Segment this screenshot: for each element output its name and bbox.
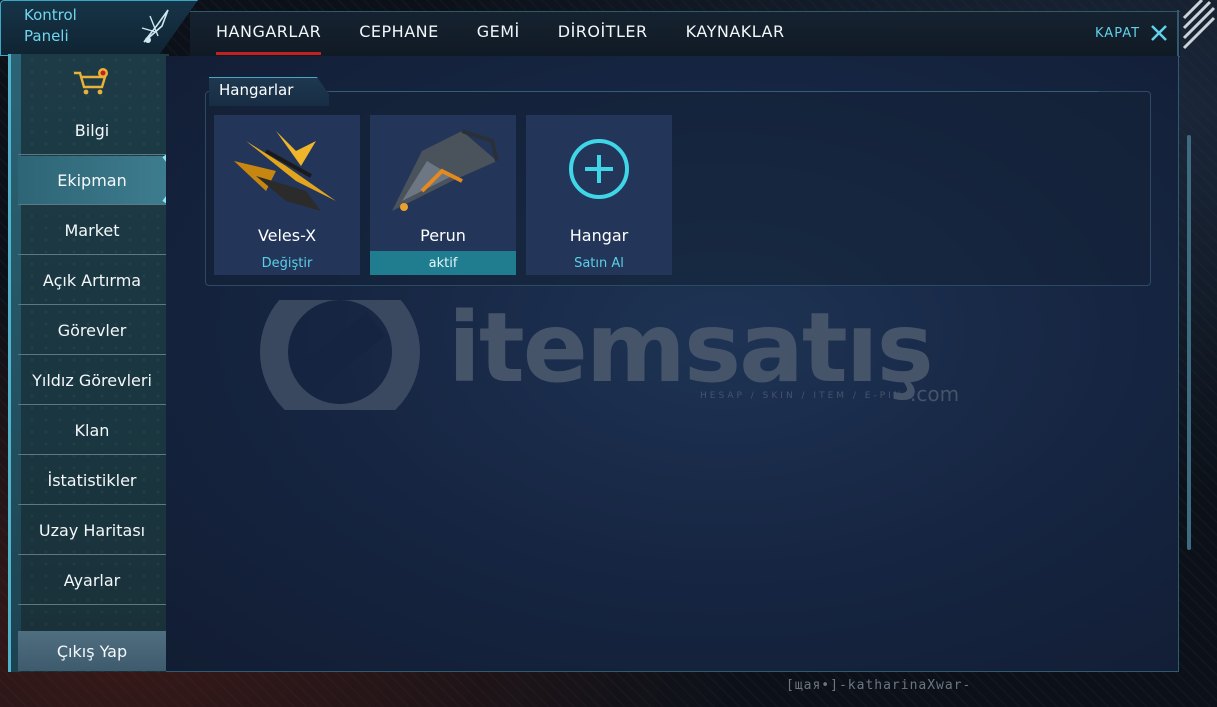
- hangar-change-link[interactable]: Değiştir: [214, 251, 360, 275]
- tab-diroitler[interactable]: DİROİTLER: [558, 22, 648, 52]
- shop-cart-icon[interactable]: [72, 67, 112, 97]
- close-icon: [1151, 25, 1167, 41]
- sidebar-item-acik-artirma[interactable]: Açık Artırma: [18, 256, 166, 305]
- sidebar-item-ekipman[interactable]: Ekipman: [18, 156, 166, 205]
- window-title: Kontrol Paneli: [24, 5, 77, 47]
- top-tabs: HANGARLAR CEPHANE GEMİ DİROİTLER KAYNAKL…: [216, 22, 823, 55]
- sidebar-item-uzay-haritasi[interactable]: Uzay Haritası: [18, 506, 166, 555]
- spaceship-icon: [141, 9, 169, 43]
- sidebar-item-bilgi[interactable]: Bilgi: [18, 106, 166, 155]
- add-circle-icon: [569, 139, 629, 199]
- ship-veles-x-icon: [234, 131, 336, 211]
- tab-hangarlar[interactable]: HANGARLAR: [216, 22, 322, 55]
- scrollbar[interactable]: [1187, 135, 1191, 550]
- sidebar-item-ayarlar[interactable]: Ayarlar: [18, 556, 166, 605]
- buy-hangar-link[interactable]: Satın Al: [526, 251, 672, 275]
- sidebar-item-gorevler[interactable]: Görevler: [18, 306, 166, 355]
- sidebar-item-yildiz-gorevleri[interactable]: Yıldız Görevleri: [18, 356, 166, 405]
- hangar-name: Perun: [420, 226, 466, 245]
- hangar-name: Hangar: [569, 226, 629, 245]
- player-name-label: [щая•]-katharinaXwar-: [786, 678, 972, 693]
- watermark-domain: .com: [910, 382, 960, 406]
- tab-cephane[interactable]: CEPHANE: [359, 22, 438, 52]
- watermark-text: itemsatış: [448, 292, 934, 404]
- ship-perun-icon: [392, 129, 499, 211]
- section-title: Hangarlar: [219, 81, 294, 99]
- tab-kaynaklar[interactable]: KAYNAKLAR: [686, 22, 785, 52]
- close-label: KAPAT: [1095, 25, 1141, 41]
- hangar-card-buy[interactable]: Hangar Satın Al: [526, 115, 672, 275]
- window-title-line1: Kontrol: [24, 6, 77, 24]
- close-button[interactable]: KAPAT: [1095, 24, 1168, 42]
- window-title-line2: Paneli: [24, 27, 69, 45]
- tab-gemi[interactable]: GEMİ: [477, 22, 520, 52]
- sidebar-item-istatistikler[interactable]: İstatistikler: [18, 456, 166, 505]
- hangar-active-badge: aktif: [370, 251, 516, 275]
- corner-decoration: [1177, 0, 1216, 68]
- hangar-name: Veles-X: [257, 226, 317, 245]
- exit-button[interactable]: Çıkış Yap: [18, 631, 166, 671]
- watermark-subtext: HESAP / SKIN / ITEM / E-PIN: [700, 391, 904, 401]
- hangar-card-veles-x[interactable]: Veles-X Değiştir: [214, 115, 360, 275]
- sidebar-item-market[interactable]: Market: [18, 206, 166, 255]
- section-divider: [329, 91, 1099, 92]
- sidebar-item-klan[interactable]: Klan: [18, 406, 166, 455]
- hangar-card-perun[interactable]: Perun aktif: [370, 115, 516, 275]
